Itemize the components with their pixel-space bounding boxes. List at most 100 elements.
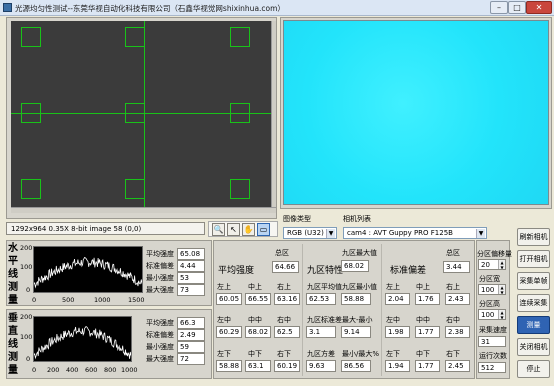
region-height-input[interactable]: 100 ▲ ▼ xyxy=(478,309,506,320)
rectangle-tool-icon[interactable]: ▭ xyxy=(257,223,270,236)
v-xtick-400: 400 xyxy=(66,366,79,374)
single-frame-button[interactable]: 采集单帧 xyxy=(517,272,550,290)
window-title: 光源均匀性测试--东莞华视自动化科技有限公司（石鑫华视觉网shixinhua.c… xyxy=(15,4,285,13)
avg-title: 平均强度 xyxy=(218,266,255,276)
refresh-camera-button[interactable]: 刷新相机 xyxy=(517,228,550,246)
image-type-select[interactable]: RGB (U32) ▼ xyxy=(283,227,337,239)
capture-speed-value: 31 xyxy=(478,336,506,347)
shift-label: 分区偏移量 xyxy=(477,250,512,258)
h-xtick-0: 0 xyxy=(32,296,37,304)
shift-input[interactable]: 20 ▲ ▼ xyxy=(478,259,506,270)
pan-tool-icon[interactable]: ✋ xyxy=(242,223,255,236)
v-min-value: 59 xyxy=(177,341,205,353)
title-bar: 光源均匀性测试--东莞华视自动化科技有限公司（石鑫华视觉网shixinhua.c… xyxy=(0,0,554,16)
v-xtick-0: 0 xyxy=(32,366,37,374)
nine-ratio-value: 86.56 xyxy=(341,360,371,372)
color-image-display[interactable] xyxy=(283,20,549,205)
horizontal-profile-plot xyxy=(33,246,143,293)
region-width-label: 分区宽 xyxy=(479,275,500,283)
nine-diff-value: 9.14 xyxy=(341,326,371,338)
vertical-profile-svg xyxy=(34,325,131,360)
roi-top-middle xyxy=(125,27,145,47)
image-type-value: RGB (U32) xyxy=(287,229,324,237)
roi-bottom-right xyxy=(230,179,250,199)
avg-bottom-middle: 63.1 xyxy=(245,360,271,372)
horizontal-stats: 平均强度 65.08 标准偏差 4.44 最小强度 53 最大强度 73 xyxy=(146,248,210,296)
select-tool-icon[interactable]: ↖ xyxy=(227,223,240,236)
spin-arrows-icon[interactable]: ▲ ▼ xyxy=(498,260,505,269)
continuous-capture-button[interactable]: 连续采集 xyxy=(517,294,550,312)
roi-middle-left xyxy=(21,103,41,123)
horizontal-profile-svg xyxy=(34,256,142,289)
minimize-button[interactable]: – xyxy=(490,1,508,14)
vertical-stats: 平均强度 66.3 标准偏差 2.49 最小强度 59 最大强度 72 xyxy=(146,317,210,365)
spin-arrows-icon[interactable]: ▲ ▼ xyxy=(498,310,505,319)
std-middle-right: 2.38 xyxy=(445,326,470,338)
region-width-input[interactable]: 100 ▲ ▼ xyxy=(478,284,506,295)
run-count-label: 运行次数 xyxy=(479,352,507,360)
nine-max-value: 68.02 xyxy=(341,260,369,272)
avg-top-left: 60.05 xyxy=(216,293,242,305)
horizontal-measure-title: 水 平 线 测 量 xyxy=(8,243,18,306)
roi-top-right xyxy=(230,27,250,47)
avg-bottom-right: 60.19 xyxy=(274,360,300,372)
left-view-scrollbar[interactable] xyxy=(271,21,276,207)
chevron-down-icon: ▼ xyxy=(476,229,485,238)
v-ytick-0: 0 xyxy=(26,355,31,363)
mono-image-display[interactable] xyxy=(11,21,271,207)
camera-list-label: 相机列表 xyxy=(343,215,371,223)
avg-top-right: 63.16 xyxy=(274,293,300,305)
roi-middle-middle xyxy=(125,103,145,123)
zoom-tool-icon[interactable]: 🔍 xyxy=(212,223,225,236)
h-xtick-1000: 1000 xyxy=(94,296,111,304)
h-std-value: 4.44 xyxy=(177,260,205,272)
std-top-left: 2.04 xyxy=(385,293,410,305)
v-ytick-100: 100 xyxy=(20,333,33,341)
std-bottom-middle: 1.77 xyxy=(415,360,440,372)
nine-region-group: 九区特性 九区最大值 68.02 九区平均值 九区最小值 62.53 58.88… xyxy=(306,249,380,372)
close-camera-button[interactable]: 关闭相机 xyxy=(517,338,550,356)
h-ytick-200: 200 xyxy=(20,244,33,252)
stop-button[interactable]: 停止 xyxy=(517,360,550,378)
std-title: 标准偏差 xyxy=(390,266,427,276)
camera-list-value: cam4 : AVT Guppy PRO F125B xyxy=(347,229,453,237)
std-deviation-group: 标准偏差 总区 3.44 左上 中上 右上 2.04 1.76 2.43 左中 … xyxy=(382,241,474,378)
run-count-value: 512 xyxy=(478,362,506,373)
close-button[interactable]: ✕ xyxy=(526,1,552,14)
measure-button[interactable]: 测量 xyxy=(517,316,550,334)
avg-bottom-left: 58.88 xyxy=(216,360,242,372)
nine-avg-value: 62.53 xyxy=(306,293,336,305)
avg-total-value: 64.66 xyxy=(272,261,299,273)
avg-middle-right: 62.5 xyxy=(274,326,300,338)
h-avg-value: 65.08 xyxy=(177,248,205,260)
std-middle-middle: 1.77 xyxy=(415,326,440,338)
open-camera-button[interactable]: 打开相机 xyxy=(517,250,550,268)
nine-std-value: 3.1 xyxy=(306,326,336,338)
capture-speed-label: 采集速度 xyxy=(479,326,507,334)
nine-title: 九区特性 xyxy=(307,266,344,276)
average-intensity-group: 平均强度 总区 64.66 左上 中上 右上 60.05 66.55 63.16… xyxy=(214,241,302,378)
left-view-hscrollbar[interactable] xyxy=(11,207,276,213)
vertical-profile-plot xyxy=(33,316,132,362)
vertical-measure-title: 垂 直 线 测 量 xyxy=(8,313,18,376)
v-xtick-600: 600 xyxy=(85,366,98,374)
spin-arrows-icon[interactable]: ▲ ▼ xyxy=(498,285,505,294)
h-ytick-0: 0 xyxy=(26,286,31,294)
chevron-down-icon: ▼ xyxy=(326,229,335,238)
app-icon xyxy=(3,3,12,12)
divider xyxy=(302,244,303,376)
maximize-button[interactable]: □ xyxy=(508,1,526,14)
std-top-middle: 1.76 xyxy=(415,293,440,305)
roi-middle-right xyxy=(230,103,250,123)
nine-var-value: 9.63 xyxy=(306,360,336,372)
camera-list-select[interactable]: cam4 : AVT Guppy PRO F125B ▼ xyxy=(343,227,487,239)
v-std-value: 2.49 xyxy=(177,329,205,341)
h-max-value: 73 xyxy=(177,284,205,296)
image-type-label: 图像类型 xyxy=(283,215,311,223)
std-middle-left: 1.98 xyxy=(385,326,410,338)
std-top-right: 2.43 xyxy=(445,293,470,305)
h-xtick-1500: 1500 xyxy=(128,296,145,304)
avg-middle-left: 60.29 xyxy=(216,326,242,338)
v-avg-value: 66.3 xyxy=(177,317,205,329)
region-height-label: 分区高 xyxy=(479,300,500,308)
